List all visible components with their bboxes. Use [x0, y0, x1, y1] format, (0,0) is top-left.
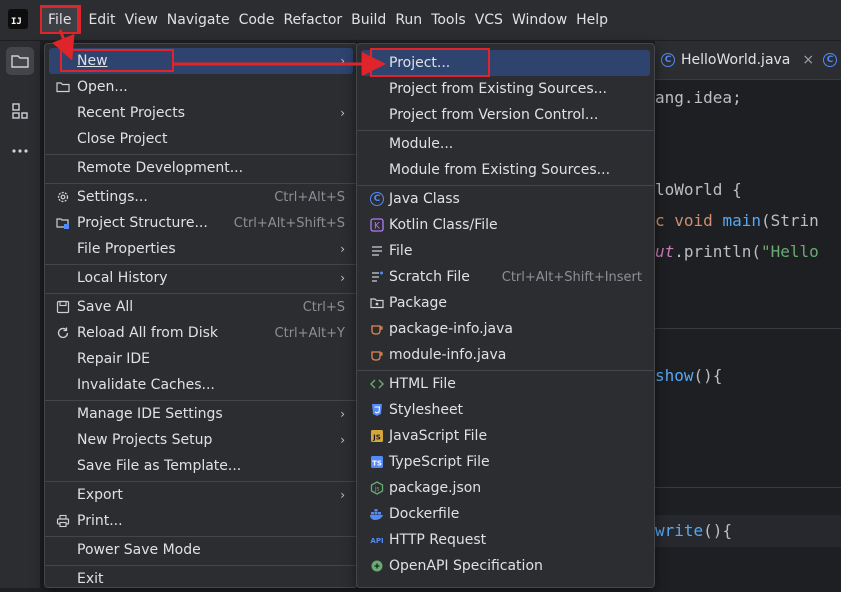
annotation-arrows: [52, 29, 386, 76]
annotation-arrow-file-to-new: [52, 29, 75, 61]
